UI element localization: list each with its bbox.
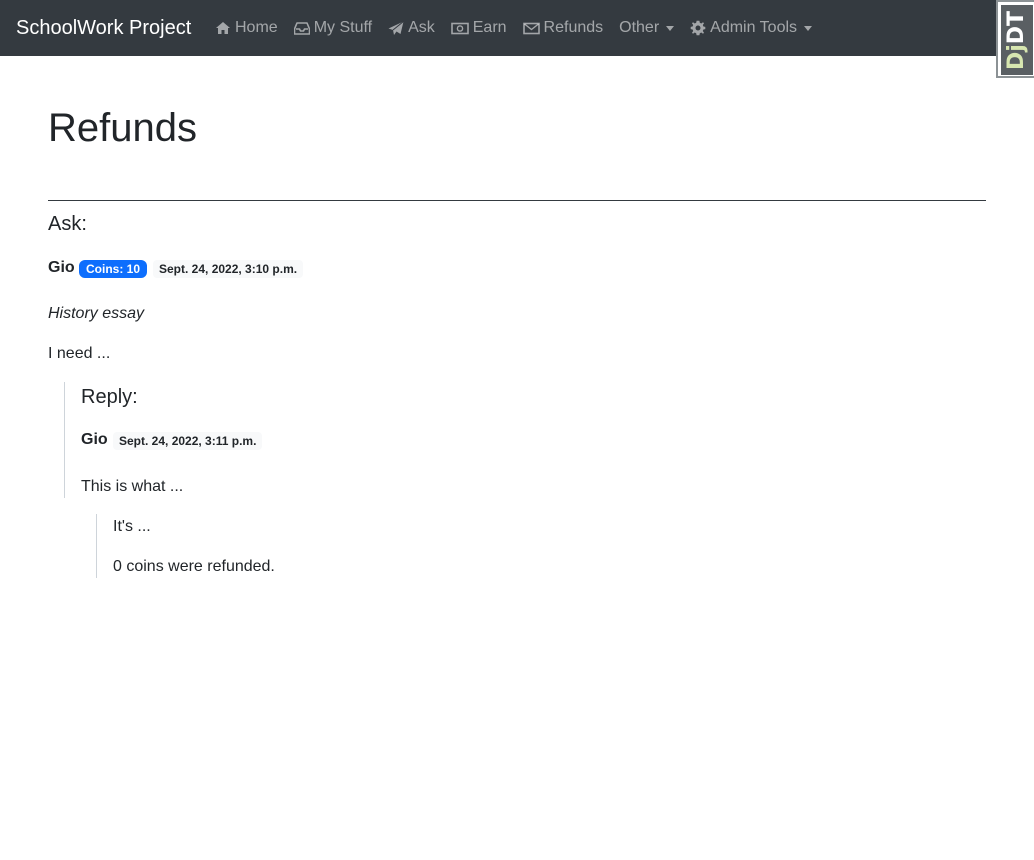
gear-icon	[690, 20, 706, 36]
nav-admin-tools-label: Admin Tools	[710, 19, 798, 36]
refund-reason: It's ...	[113, 518, 151, 535]
nav-my-stuff-label: My Stuff	[313, 19, 373, 36]
title-divider	[48, 200, 986, 201]
nav-admin-tools-dropdown[interactable]: Admin Tools	[682, 0, 820, 56]
ask-body: I need ...	[48, 345, 111, 362]
envelope-icon	[522, 22, 540, 34]
nav-earn[interactable]: Earn	[443, 0, 515, 56]
debug-toolbar-logo: DjDT	[1001, 5, 1033, 75]
nav-home[interactable]: Home	[207, 0, 286, 56]
reply-body: This is what ...	[81, 478, 184, 495]
reply-quote-bar	[64, 382, 65, 498]
reply-heading: Reply:	[81, 386, 138, 408]
page-title: Refunds	[48, 106, 197, 150]
nav-home-label: Home	[235, 19, 278, 36]
nav-earn-label: Earn	[472, 19, 507, 36]
debug-toolbar-dj: Dj	[1004, 43, 1030, 70]
refund-result: 0 coins were refunded.	[113, 558, 275, 575]
debug-toolbar-handle[interactable]: DjDT	[996, 0, 1034, 78]
ask-heading: Ask:	[48, 213, 87, 235]
paper-plane-icon	[388, 20, 404, 35]
nav-other-dropdown[interactable]: Other	[611, 0, 682, 56]
ask-date: Sept. 24, 2022, 3:10 p.m.	[153, 260, 304, 278]
nav-ask-label: Ask	[408, 19, 435, 36]
nav-my-stuff[interactable]: My Stuff	[286, 0, 380, 56]
nav-refunds-label: Refunds	[543, 19, 604, 36]
ask-subject: History essay	[48, 305, 145, 322]
top-navbar: SchoolWork Project Home My Stuff Ask Ear…	[0, 0, 1034, 56]
reply-date: Sept. 24, 2022, 3:11 p.m.	[113, 432, 263, 450]
coins-badge: Coins: 10	[79, 260, 148, 278]
money-bill-icon	[450, 22, 469, 34]
chevron-down-icon	[666, 25, 675, 31]
inbox-icon	[293, 22, 310, 35]
ask-user-name: Gio	[48, 259, 75, 276]
refund-quote-bar	[96, 514, 97, 578]
home-icon	[216, 22, 230, 34]
reply-user-name: Gio	[81, 431, 108, 448]
nav-ask[interactable]: Ask	[380, 0, 443, 56]
debug-toolbar-dt: DT	[1004, 10, 1030, 44]
chevron-down-icon	[804, 25, 813, 31]
nav-links: Home My Stuff Ask Earn Refunds Other Adm…	[207, 0, 820, 56]
nav-refunds[interactable]: Refunds	[515, 0, 612, 56]
nav-other-label: Other	[619, 19, 660, 36]
brand-link[interactable]: SchoolWork Project	[16, 16, 191, 40]
